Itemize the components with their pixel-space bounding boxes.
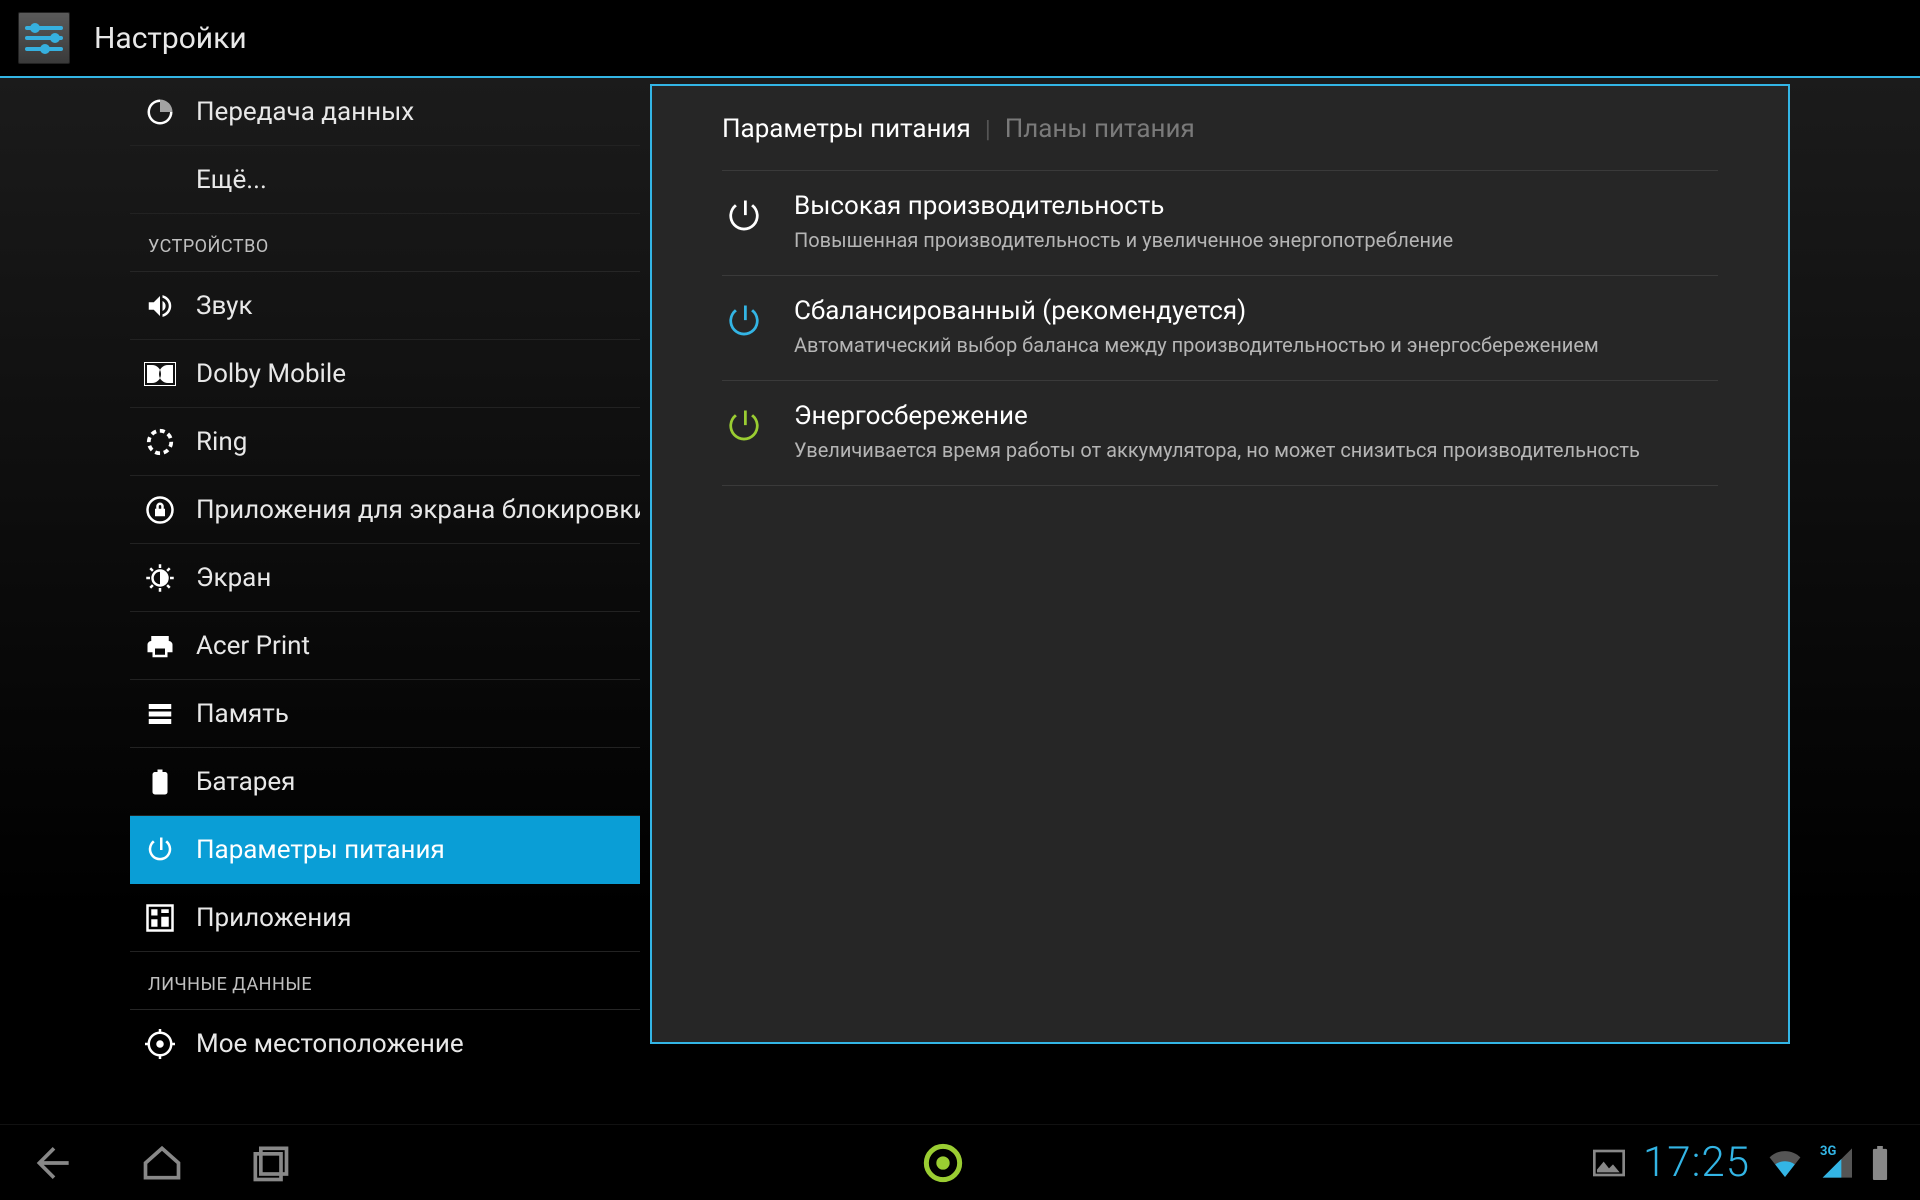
clock: 17:25: [1643, 1138, 1750, 1187]
option-title: Высокая производительность: [794, 191, 1718, 221]
option-desc: Повышенная производительность и увеличен…: [794, 227, 1718, 253]
power-mode-icon: [722, 195, 766, 239]
page-title: Настройки: [94, 21, 247, 56]
option-desc: Автоматический выбор баланса между произ…: [794, 332, 1718, 358]
section-header-personal: ЛИЧНЫЕ ДАННЫЕ: [130, 952, 640, 1010]
data-usage-icon: [142, 94, 178, 130]
status-tray[interactable]: 17:25 3G: [1593, 1138, 1890, 1187]
sound-icon: [142, 288, 178, 324]
wifi-icon: [1768, 1149, 1802, 1177]
cell-signal-icon: 3G: [1820, 1148, 1852, 1178]
sidebar-item-label: Dolby Mobile: [196, 359, 346, 389]
sidebar-item-battery[interactable]: Батарея: [130, 748, 640, 816]
option-title: Энергосбережение: [794, 401, 1718, 431]
signal-label: 3G: [1820, 1144, 1836, 1159]
home-button[interactable]: [138, 1139, 186, 1187]
option-title: Сбалансированный (рекомендуется): [794, 296, 1718, 326]
sidebar-item-label: Память: [196, 699, 289, 729]
storage-icon: [142, 696, 178, 732]
blank-icon: [142, 162, 178, 198]
battery-status-icon: [1870, 1146, 1890, 1180]
tabs: Параметры питания | Планы питания: [722, 114, 1718, 171]
section-header-device: УСТРОЙСТВО: [130, 214, 640, 272]
battery-icon: [142, 764, 178, 800]
sidebar-item-label: Параметры питания: [196, 835, 445, 865]
sidebar-item-dolby[interactable]: Dolby Mobile: [130, 340, 640, 408]
sidebar-item-print[interactable]: Acer Print: [130, 612, 640, 680]
sidebar-item-more[interactable]: Ещё...: [130, 146, 640, 214]
sidebar-item-label: Ring: [196, 427, 247, 457]
power-settings-panel: Параметры питания | Планы питания Высока…: [650, 84, 1790, 1044]
sidebar-item-label: Ещё...: [196, 165, 267, 195]
sidebar-item-sound[interactable]: Звук: [130, 272, 640, 340]
sidebar-item-label: Звук: [196, 291, 253, 321]
settings-app-icon: [18, 12, 70, 64]
tab-power-plans[interactable]: Планы питания: [1005, 114, 1195, 144]
sidebar-item-ring[interactable]: Ring: [130, 408, 640, 476]
sidebar-item-power[interactable]: Параметры питания: [130, 816, 640, 884]
sidebar-item-label: Экран: [196, 563, 271, 593]
picture-icon: [1593, 1149, 1625, 1177]
power-mode-icon: [722, 405, 766, 449]
sidebar-item-label: Приложения: [196, 903, 351, 933]
sidebar-item-display[interactable]: Экран: [130, 544, 640, 612]
display-icon: [142, 560, 178, 596]
location-icon: [142, 1026, 178, 1062]
sidebar-item-data-usage[interactable]: Передача данных: [130, 78, 640, 146]
apps-icon: [142, 900, 178, 936]
option-balanced[interactable]: Сбалансированный (рекомендуется) Автомат…: [722, 276, 1718, 381]
lock-apps-icon: [142, 492, 178, 528]
sidebar-item-lock-apps[interactable]: Приложения для экрана блокировки: [130, 476, 640, 544]
option-high-performance[interactable]: Высокая производительность Повышенная пр…: [722, 171, 1718, 276]
tab-separator: |: [985, 115, 991, 143]
sidebar-item-label: Acer Print: [196, 631, 310, 661]
sidebar-item-label: Батарея: [196, 767, 295, 797]
sidebar-item-label: Передача данных: [196, 97, 414, 127]
dolby-icon: [142, 356, 178, 392]
center-indicator-icon[interactable]: [923, 1143, 963, 1183]
back-button[interactable]: [30, 1139, 78, 1187]
recent-apps-button[interactable]: [246, 1139, 294, 1187]
sidebar-item-label: Мое местоположение: [196, 1029, 464, 1059]
ring-icon: [142, 424, 178, 460]
print-icon: [142, 628, 178, 664]
titlebar: Настройки: [0, 0, 1920, 78]
power-icon: [142, 832, 178, 868]
sidebar-item-label: Приложения для экрана блокировки: [196, 495, 640, 525]
sidebar-item-apps[interactable]: Приложения: [130, 884, 640, 952]
option-power-saving[interactable]: Энергосбережение Увеличивается время раб…: [722, 381, 1718, 486]
system-navbar: 17:25 3G: [0, 1124, 1920, 1200]
settings-sidebar: Передача данных Ещё... УСТРОЙСТВО Звук: [0, 78, 640, 1124]
tab-power-params[interactable]: Параметры питания: [722, 114, 971, 144]
sidebar-item-storage[interactable]: Память: [130, 680, 640, 748]
power-mode-icon: [722, 300, 766, 344]
sidebar-item-location[interactable]: Мое местоположение: [130, 1010, 640, 1078]
option-desc: Увеличивается время работы от аккумулято…: [794, 437, 1718, 463]
